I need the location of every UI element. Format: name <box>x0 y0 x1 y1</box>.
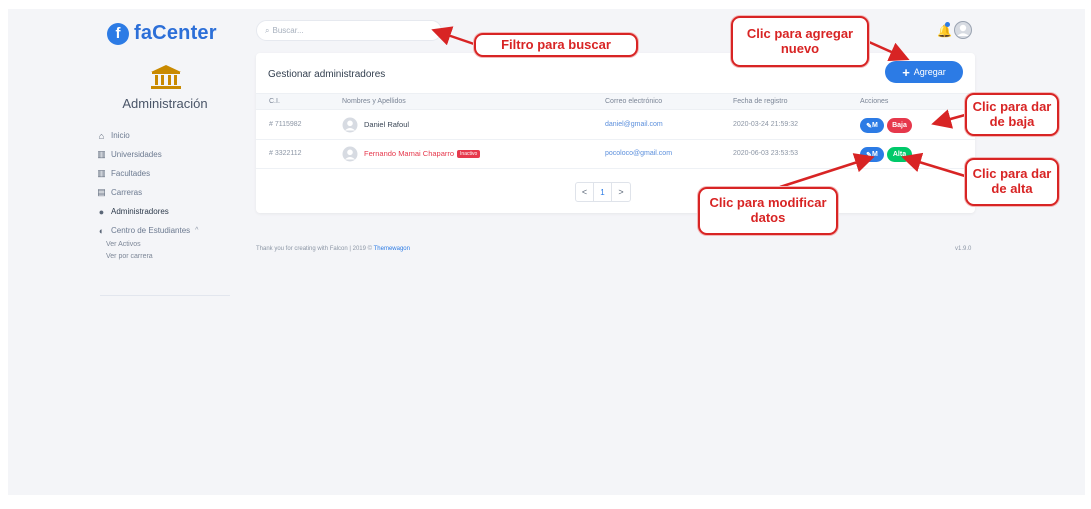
users-icon: ● <box>98 206 105 217</box>
sidebar-section-title: Administración <box>122 96 208 111</box>
table-header: C.I. Nombres y Apellidos Correo electrón… <box>256 93 975 110</box>
activate-button[interactable]: Alta <box>887 147 912 162</box>
search-icon: ⌕ <box>265 25 270 35</box>
cell-ci: # 7115982 <box>269 121 302 128</box>
sidebar-item-label: Universidades <box>111 150 162 159</box>
sidebar-item-label: Facultades <box>111 169 151 178</box>
user-avatar-icon[interactable] <box>954 21 972 39</box>
table-row: # 3322112 Fernando Mamai Chaparro Inactiv… <box>256 140 975 169</box>
student-center-icon: ◐ <box>98 225 105 236</box>
callout-alta: Clic para dar de alta <box>965 158 1059 206</box>
next-page-button[interactable]: > <box>612 183 630 201</box>
page-1-button[interactable]: 1 <box>594 183 612 201</box>
callout-filtro: Filtro para buscar <box>474 33 638 57</box>
cell-date: 2020-03-24 21:59:32 <box>733 121 798 128</box>
deactivate-button[interactable]: Baja <box>887 118 912 133</box>
add-button[interactable]: + Agregar <box>885 61 963 83</box>
cell-name: Daniel Rafoul <box>364 120 410 129</box>
home-icon: ⌂ <box>98 130 105 141</box>
sidebar-item-label: Carreras <box>111 188 143 197</box>
institution-icon <box>151 65 181 89</box>
brand[interactable]: f faCenter <box>107 22 217 45</box>
administrators-card: Gestionar administradores + Agregar C.I.… <box>256 53 975 213</box>
sidebar-item-administradores[interactable]: ● Administradores <box>97 202 237 221</box>
sidebar-item-label: Inicio <box>111 131 130 140</box>
sidebar-item-carreras[interactable]: ▤ Carreras <box>97 183 237 202</box>
callout-agregar: Clic para agregar nuevo <box>731 16 869 67</box>
sidebar-item-label: Administradores <box>111 207 169 216</box>
prev-page-button[interactable]: < <box>576 183 594 201</box>
callout-baja: Clic para dar de baja <box>965 93 1059 136</box>
sidebar-divider <box>100 295 230 296</box>
column-header-date: Fecha de registro <box>733 98 788 105</box>
callout-modificar: Clic para modificar datos <box>698 187 838 235</box>
column-header-ci: C.I. <box>269 98 280 105</box>
cell-ci: # 3322112 <box>269 150 302 157</box>
inactive-badge: Inactivo <box>457 150 481 159</box>
sidebar-item-universidades[interactable]: ▥ Universidades <box>97 145 237 164</box>
footer-credit: Thank you for creating with Falcon | 201… <box>256 246 374 252</box>
cell-email[interactable]: daniel@gmail.com <box>605 121 663 128</box>
version-label: v1.9.0 <box>955 246 972 252</box>
notification-dot <box>945 22 950 27</box>
chevron-up-icon: ^ <box>195 227 199 234</box>
footer-link[interactable]: Themewagon <box>374 246 410 252</box>
search-input[interactable] <box>272 26 423 35</box>
career-icon: ▤ <box>97 187 106 197</box>
column-header-name: Nombres y Apellidos <box>342 98 406 105</box>
add-button-label: Agregar <box>913 67 946 77</box>
cell-name-text: Fernando Mamai Chaparro <box>364 149 455 158</box>
sidebar-nav: ⌂ Inicio ▥ Universidades ▥ Facultades ▤ … <box>97 126 237 262</box>
plus-icon: + <box>902 64 910 80</box>
sidebar-item-inicio[interactable]: ⌂ Inicio <box>97 126 237 145</box>
modify-label: M <box>872 122 878 129</box>
column-header-actions: Acciones <box>860 98 889 105</box>
card-title: Gestionar administradores <box>268 69 386 80</box>
sidebar-item-label: Centro de Estudiantes <box>111 226 191 235</box>
pagination: < 1 > <box>575 182 631 202</box>
avatar-icon <box>342 146 358 162</box>
bell-icon[interactable]: 🔔 <box>937 24 952 38</box>
footer-text: Thank you for creating with Falcon | 201… <box>256 246 410 252</box>
sidebar-item-facultades[interactable]: ▥ Facultades <box>97 164 237 183</box>
avatar-icon <box>342 117 358 133</box>
brand-logo-icon: f <box>107 22 129 45</box>
cell-name: Fernando Mamai Chaparro Inactivo <box>364 149 481 159</box>
table-row: # 7115982 Daniel Rafoul daniel@gmail.com… <box>256 111 975 140</box>
sidebar-subitem-ver-activos[interactable]: Ver Activos <box>97 238 237 250</box>
column-header-email: Correo electrónico <box>605 98 663 105</box>
cell-date: 2020-06-03 23:53:53 <box>733 150 798 157</box>
sidebar-subitem-ver-por-carrera[interactable]: Ver por carrera <box>97 250 237 262</box>
modify-label: M <box>872 151 878 158</box>
search-box: ⌕ <box>256 20 442 41</box>
faculty-icon: ▥ <box>97 168 106 178</box>
modify-button[interactable]: ✎ M <box>860 118 884 133</box>
cell-email[interactable]: pocoloco@gmail.com <box>605 150 672 157</box>
brand-name: faCenter <box>134 22 217 44</box>
university-icon: ▥ <box>97 149 106 159</box>
modify-button[interactable]: ✎ M <box>860 147 884 162</box>
